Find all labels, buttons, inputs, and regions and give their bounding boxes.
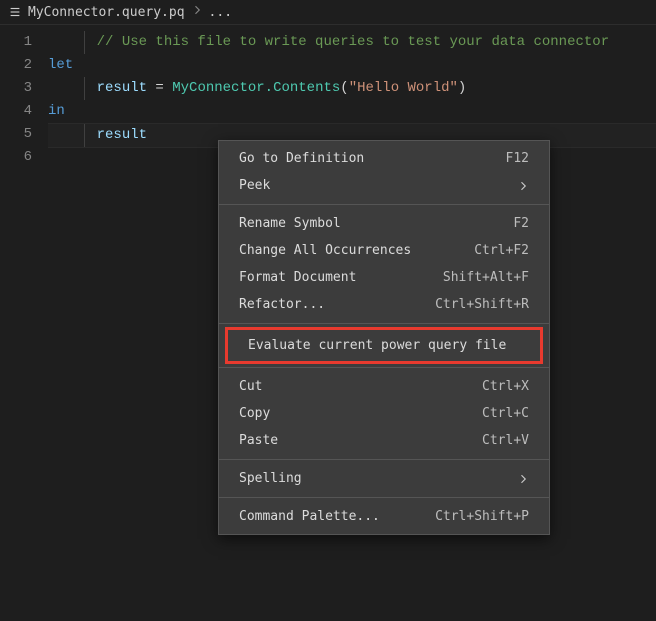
file-icon (8, 5, 22, 19)
menu-item-label: Refactor... (239, 297, 325, 312)
menu-separator (219, 367, 549, 368)
indent-guide: result (84, 124, 147, 147)
menu-item[interactable]: Format Document Shift+Alt+F (219, 264, 549, 291)
code-line[interactable]: in (48, 100, 656, 123)
menu-item-label: Paste (239, 433, 278, 448)
menu-separator (219, 323, 549, 324)
line-number: 5 (0, 123, 48, 146)
menu-item-shortcut: Shift+Alt+F (443, 270, 529, 285)
menu-item[interactable]: Refactor... Ctrl+Shift+R (219, 291, 549, 318)
menu-item-label: Peek (239, 178, 270, 193)
code-token: result (97, 127, 147, 143)
menu-item-shortcut: Ctrl+F2 (474, 243, 529, 258)
menu-item[interactable]: Paste Ctrl+V (219, 427, 549, 454)
code-line[interactable]: result = MyConnector.Contents("Hello Wor… (48, 77, 656, 100)
code-token: = (147, 80, 172, 96)
menu-item[interactable]: Command Palette... Ctrl+Shift+P (219, 503, 549, 530)
context-menu[interactable]: Go to Definition F12 Peek Rename Symbol F2 Ch… (218, 140, 550, 535)
menu-item[interactable]: Evaluate current power query file (228, 332, 540, 359)
indent-guide: result = MyConnector.Contents("Hello Wor… (84, 77, 467, 100)
menu-separator (219, 204, 549, 205)
menu-separator (219, 497, 549, 498)
line-number: 1 (0, 31, 48, 54)
menu-item-label: Rename Symbol (239, 216, 341, 231)
menu-item-shortcut: F2 (513, 216, 529, 231)
menu-highlight-box: Evaluate current power query file (225, 327, 543, 364)
indent-guide: // Use this file to write queries to tes… (84, 31, 609, 54)
code-token: ( (340, 80, 348, 96)
line-number: 3 (0, 77, 48, 100)
menu-item-shortcut: Ctrl+Shift+P (435, 509, 529, 524)
chevron-right-icon (191, 4, 203, 20)
code-line[interactable]: let (48, 54, 656, 77)
breadcrumb-filename[interactable]: MyConnector.query.pq (28, 5, 185, 20)
code-token: "Hello World" (349, 80, 458, 96)
menu-item[interactable]: Cut Ctrl+X (219, 373, 549, 400)
menu-item[interactable]: Spelling (219, 465, 549, 492)
menu-item[interactable]: Go to Definition F12 (219, 145, 549, 172)
code-token: result (97, 80, 147, 96)
menu-item-label: Spelling (239, 471, 302, 486)
line-number-gutter: 123456 (0, 31, 48, 169)
menu-item-shortcut: F12 (506, 151, 529, 166)
menu-item-label: Copy (239, 406, 270, 421)
breadcrumb: MyConnector.query.pq ... (0, 0, 656, 25)
code-token: ) (458, 80, 466, 96)
menu-item-label: Go to Definition (239, 151, 364, 166)
menu-item[interactable]: Copy Ctrl+C (219, 400, 549, 427)
menu-item-label: Cut (239, 379, 262, 394)
line-number: 4 (0, 100, 48, 123)
menu-item-label: Command Palette... (239, 509, 380, 524)
menu-item-shortcut: Ctrl+X (482, 379, 529, 394)
menu-item-shortcut: Ctrl+V (482, 433, 529, 448)
menu-item-shortcut: Ctrl+C (482, 406, 529, 421)
menu-item[interactable]: Change All Occurrences Ctrl+F2 (219, 237, 549, 264)
code-line[interactable]: // Use this file to write queries to tes… (48, 31, 656, 54)
menu-item-label: Format Document (239, 270, 356, 285)
menu-separator (219, 459, 549, 460)
menu-item-shortcut: Ctrl+Shift+R (435, 297, 529, 312)
menu-item[interactable]: Peek (219, 172, 549, 199)
code-token: MyConnector.Contents (172, 80, 340, 96)
menu-item-label: Evaluate current power query file (248, 338, 506, 353)
chevron-right-icon (517, 473, 529, 485)
menu-item[interactable]: Rename Symbol F2 (219, 210, 549, 237)
breadcrumb-more[interactable]: ... (209, 5, 232, 20)
line-number: 6 (0, 146, 48, 169)
menu-item-label: Change All Occurrences (239, 243, 411, 258)
chevron-right-icon (517, 180, 529, 192)
code-token: let (48, 57, 73, 73)
code-token: in (48, 103, 65, 119)
code-token: // Use this file to write queries to tes… (97, 34, 609, 50)
line-number: 2 (0, 54, 48, 77)
